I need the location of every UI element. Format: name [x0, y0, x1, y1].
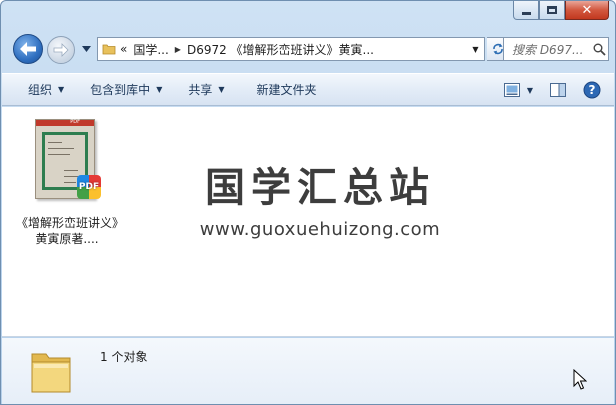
- share-label: 共享: [188, 83, 213, 97]
- close-button[interactable]: ✕: [565, 1, 609, 20]
- folder-icon: [98, 42, 120, 56]
- watermark: 国学汇总站 www.guoxuehuizong.com: [190, 165, 450, 240]
- chevron-down-icon: ▼: [58, 85, 65, 94]
- breadcrumb-item[interactable]: 国学...: [133, 41, 168, 58]
- organize-button[interactable]: 组织 ▼: [18, 77, 74, 103]
- navigation-row: « 国学... ▶ D6972 《增解形峦班讲义》黄寅... ▼ 搜索 D697…: [9, 34, 609, 64]
- explorer-window: ✕ « 国学... ▶ D6972 《增解形峦班讲义》黄寅... ▼ 搜索 D6…: [0, 0, 616, 405]
- help-icon: ?: [583, 81, 601, 99]
- maximize-icon: [547, 6, 557, 14]
- command-bar: 组织 ▼ 包含到库中 ▼ 共享 ▼ 新建文件夹 ▼ ?: [2, 73, 614, 106]
- search-placeholder: 搜索 D697...: [512, 42, 584, 57]
- view-controls: ▼ ?: [500, 77, 606, 103]
- breadcrumb: « 国学... ▶ D6972 《增解形峦班讲义》黄寅...: [120, 41, 466, 58]
- pdf-app-icon: PDF: [77, 175, 101, 199]
- preview-pane-icon: [550, 83, 566, 97]
- share-button[interactable]: 共享 ▼: [178, 77, 234, 103]
- include-in-library-button[interactable]: 包含到库中 ▼: [80, 77, 172, 103]
- change-view-button[interactable]: ▼: [500, 77, 538, 103]
- chevron-down-icon: ▼: [218, 85, 225, 94]
- pdf-file-thumbnail[interactable]: PDF PDF: [31, 113, 103, 209]
- chevron-down-icon: [81, 46, 91, 52]
- details-pane: 1 个对象: [2, 338, 614, 404]
- organize-label: 组织: [28, 83, 53, 97]
- close-icon: ✕: [581, 2, 593, 18]
- breadcrumb-item[interactable]: D6972 《增解形峦班讲义》黄寅...: [187, 41, 374, 58]
- item-count-text: 1 个对象: [100, 350, 148, 364]
- new-folder-button[interactable]: 新建文件夹: [247, 77, 327, 103]
- back-button[interactable]: [13, 34, 43, 64]
- chevron-down-icon[interactable]: ▼: [523, 86, 537, 95]
- breadcrumb-separator-icon[interactable]: ▶: [175, 45, 181, 54]
- chevron-down-icon: ▼: [472, 44, 479, 54]
- include-in-library-label: 包含到库中: [90, 83, 151, 97]
- chevron-down-icon: ▼: [156, 85, 163, 94]
- search-icon: [590, 43, 608, 56]
- watermark-url: www.guoxuehuizong.com: [199, 219, 441, 240]
- help-button[interactable]: ?: [578, 77, 606, 103]
- address-dropdown-button[interactable]: ▼: [466, 38, 484, 60]
- forward-button[interactable]: [47, 36, 75, 64]
- mouse-pointer-icon: [573, 368, 588, 394]
- watermark-title: 国学汇总站: [205, 165, 435, 211]
- forward-arrow-icon: [53, 43, 69, 57]
- minimize-icon: [521, 11, 531, 15]
- file-name-label[interactable]: 《增解形峦班讲义》黄寅原著....: [14, 215, 120, 247]
- new-folder-label: 新建文件夹: [256, 83, 317, 97]
- search-input[interactable]: 搜索 D697...: [503, 37, 609, 61]
- recent-pages-button[interactable]: [79, 40, 93, 58]
- folder-icon: [30, 346, 72, 399]
- minimize-button[interactable]: [513, 1, 539, 20]
- large-icons-view-icon: [501, 78, 523, 102]
- file-item[interactable]: PDF PDF 《增解形峦班讲义》黄寅原著....: [14, 113, 120, 247]
- svg-text:?: ?: [589, 83, 596, 97]
- maximize-button[interactable]: [539, 1, 565, 20]
- preview-pane-button[interactable]: [544, 77, 572, 103]
- file-list-area[interactable]: PDF PDF 《增解形峦班讲义》黄寅原著.... 国学汇总站 www.guox…: [2, 107, 614, 337]
- back-arrow-icon: [20, 42, 36, 56]
- breadcrumb-overflow[interactable]: «: [120, 42, 127, 56]
- caption-buttons: ✕: [513, 1, 609, 21]
- address-bar[interactable]: « 国学... ▶ D6972 《增解形峦班讲义》黄寅... ▼: [97, 37, 485, 61]
